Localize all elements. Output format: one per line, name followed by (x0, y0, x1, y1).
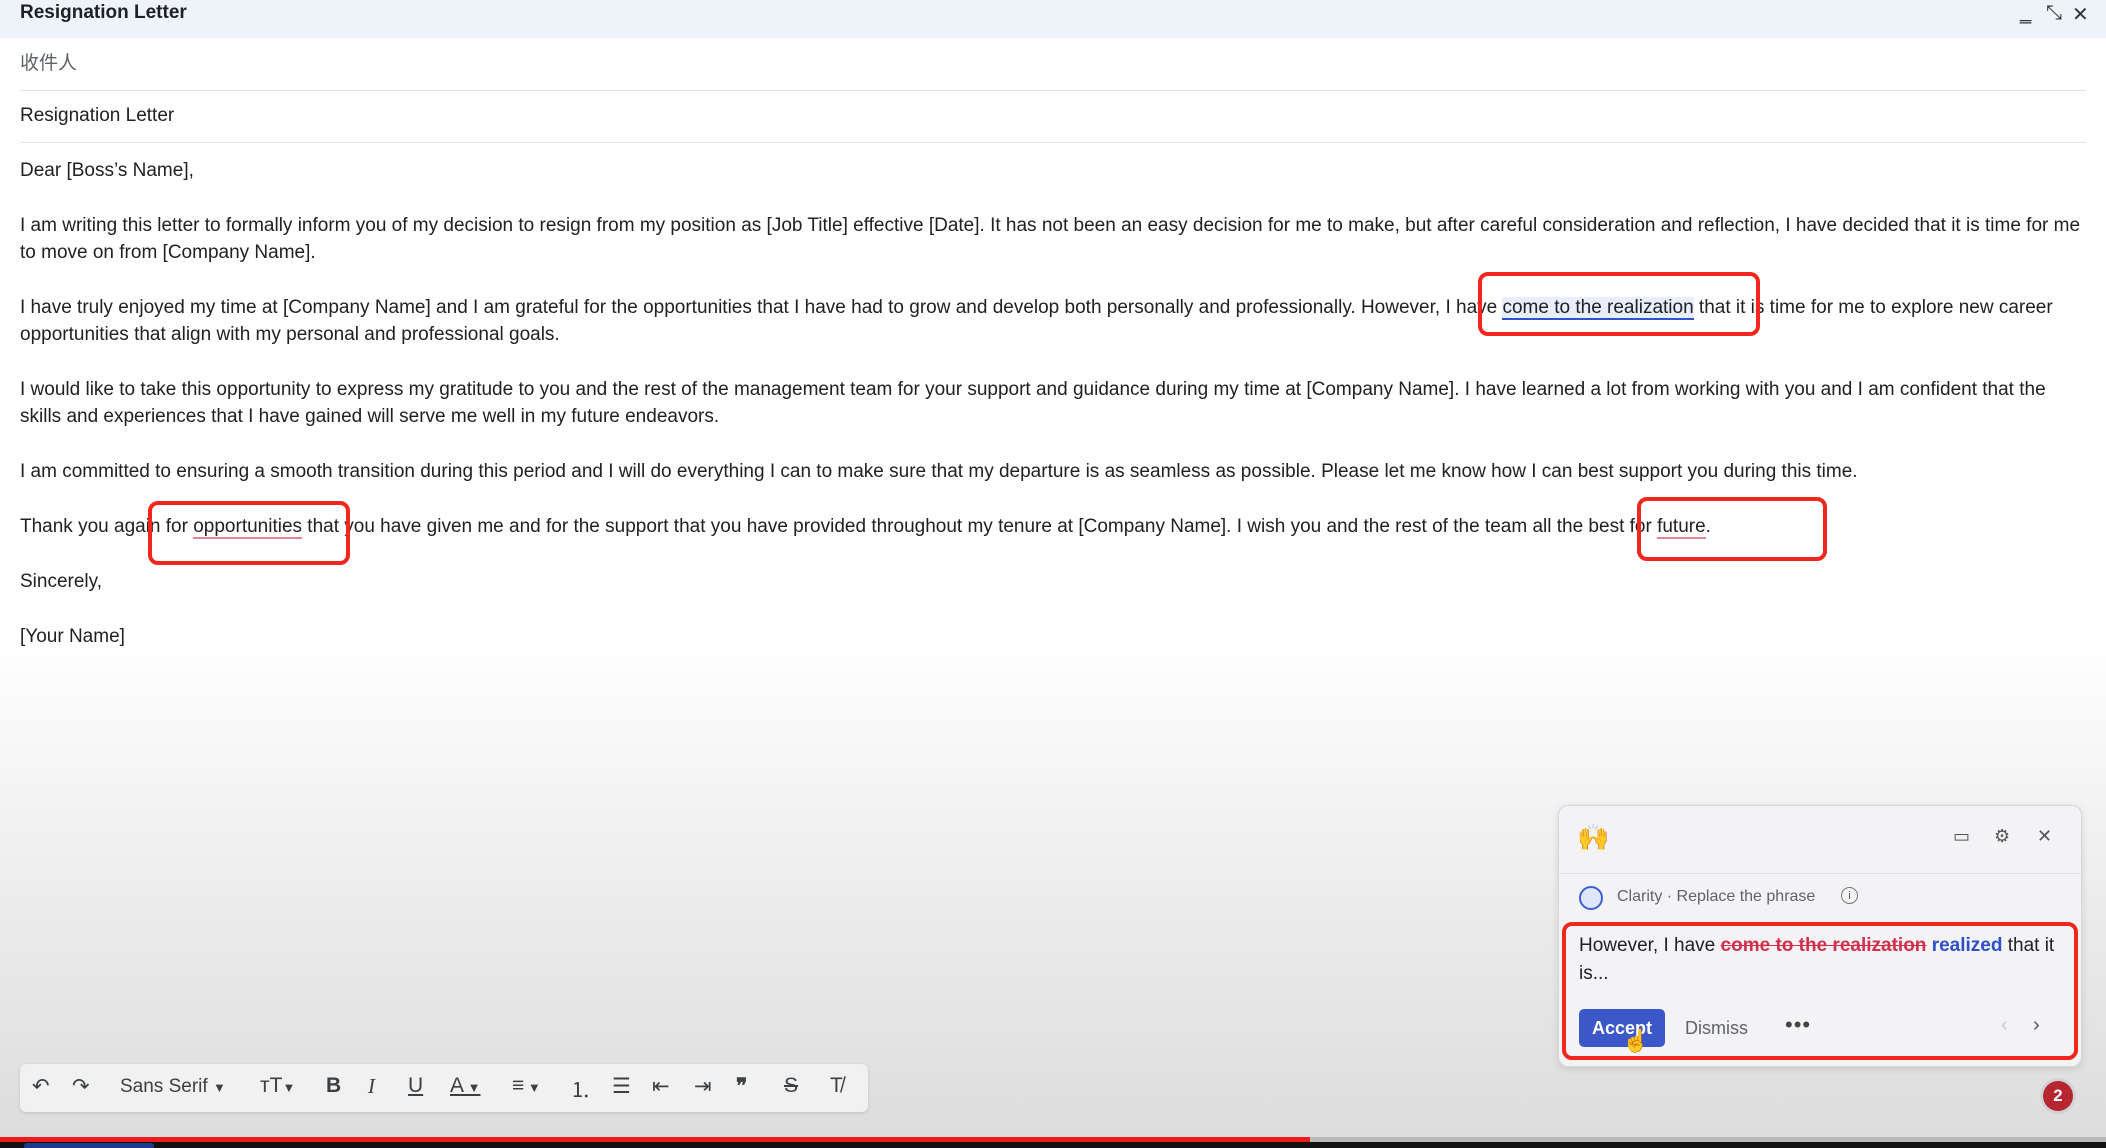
numbered-list-icon[interactable]: ⒈ (570, 1074, 591, 1104)
formatting-toolbar: ↶ ↷ Sans Serif ▼ тT▼ B I U A ▼ ≡ ▼ ⒈ ☰ ⇤… (20, 1064, 868, 1112)
exit-fullscreen-icon[interactable]: ⤡ (2046, 2, 2062, 25)
undo-icon[interactable]: ↶ (32, 1074, 50, 1099)
recipient-field[interactable]: 收件人 (20, 50, 2086, 91)
window-title: Resignation Letter (20, 2, 187, 23)
callout-box-future (1637, 497, 1827, 561)
info-icon[interactable]: i (1841, 887, 1858, 904)
subject-field[interactable]: Resignation Letter (20, 102, 2086, 143)
indent-more-icon[interactable]: ⇥ (694, 1074, 712, 1099)
close-icon[interactable]: ✕ (2072, 2, 2089, 27)
message-body[interactable]: Dear [Boss’s Name], I am writing this le… (20, 157, 2086, 678)
underline-icon[interactable]: U (408, 1074, 423, 1098)
p2-text-before: I have truly enjoyed my time at [Company… (20, 297, 1503, 318)
align-icon[interactable]: ≡ ▼ (512, 1074, 541, 1098)
font-selector[interactable]: Sans Serif ▼ (120, 1076, 226, 1098)
chevron-down-icon: ▼ (282, 1080, 296, 1095)
paragraph-3: I would like to take this opportunity to… (20, 379, 2046, 427)
strikethrough-icon[interactable]: S (784, 1074, 798, 1098)
close-icon[interactable]: ✕ (2037, 826, 2052, 847)
chevron-down-icon: ▼ (464, 1080, 481, 1095)
font-size-glyph: тT (260, 1074, 283, 1097)
card-divider (1559, 873, 2081, 874)
font-name: Sans Serif (120, 1076, 208, 1097)
redo-icon[interactable]: ↷ (72, 1074, 90, 1099)
raised-hands-icon: 🙌 (1577, 822, 1610, 852)
bottom-tab (24, 1143, 154, 1148)
align-glyph: ≡ (512, 1074, 525, 1097)
hand-cursor-icon: ☝ (1622, 1028, 1650, 1053)
suggestion-count-badge[interactable]: 2 (2043, 1081, 2073, 1111)
bulleted-list-icon[interactable]: ☰ (612, 1074, 631, 1099)
callout-box-realization (1478, 272, 1760, 336)
compose-titlebar: Resignation Letter ‗ ⤡ ✕ (0, 0, 2106, 38)
paragraph-4: I am committed to ensuring a smooth tran… (20, 461, 1858, 482)
paragraph-2: I have truly enjoyed my time at [Company… (20, 294, 2086, 348)
text-color-glyph: A (450, 1074, 465, 1097)
italic-icon[interactable]: I (368, 1074, 375, 1099)
signature: [Your Name] (20, 626, 125, 647)
greeting: Dear [Boss’s Name], (20, 160, 194, 181)
closing: Sincerely, (20, 571, 103, 592)
minimize-icon[interactable]: ‗ (2020, 2, 2031, 25)
clarity-icon (1579, 886, 1603, 910)
paragraph-1: I am writing this letter to formally inf… (20, 215, 2081, 263)
clear-formatting-icon[interactable]: T̸ (830, 1074, 843, 1098)
text-color-icon[interactable]: A ▼ (450, 1074, 481, 1098)
font-size-icon[interactable]: тT▼ (260, 1074, 295, 1098)
bold-icon[interactable]: B (326, 1074, 341, 1098)
chevron-down-icon: ▼ (524, 1080, 541, 1095)
chevron-down-icon: ▼ (212, 1080, 226, 1095)
callout-box-opportunities (148, 501, 350, 565)
feedback-icon[interactable]: ▭ (1953, 826, 1970, 847)
p5-text-b: that you have given me and for the suppo… (302, 516, 1658, 537)
suggestion-category: Clarity · Replace the phrase (1617, 888, 1816, 905)
quote-icon[interactable]: ❞ (736, 1074, 747, 1099)
bottom-strip (0, 1142, 2106, 1148)
indent-less-icon[interactable]: ⇤ (652, 1074, 670, 1099)
gear-icon[interactable]: ⚙ (1994, 826, 2010, 847)
